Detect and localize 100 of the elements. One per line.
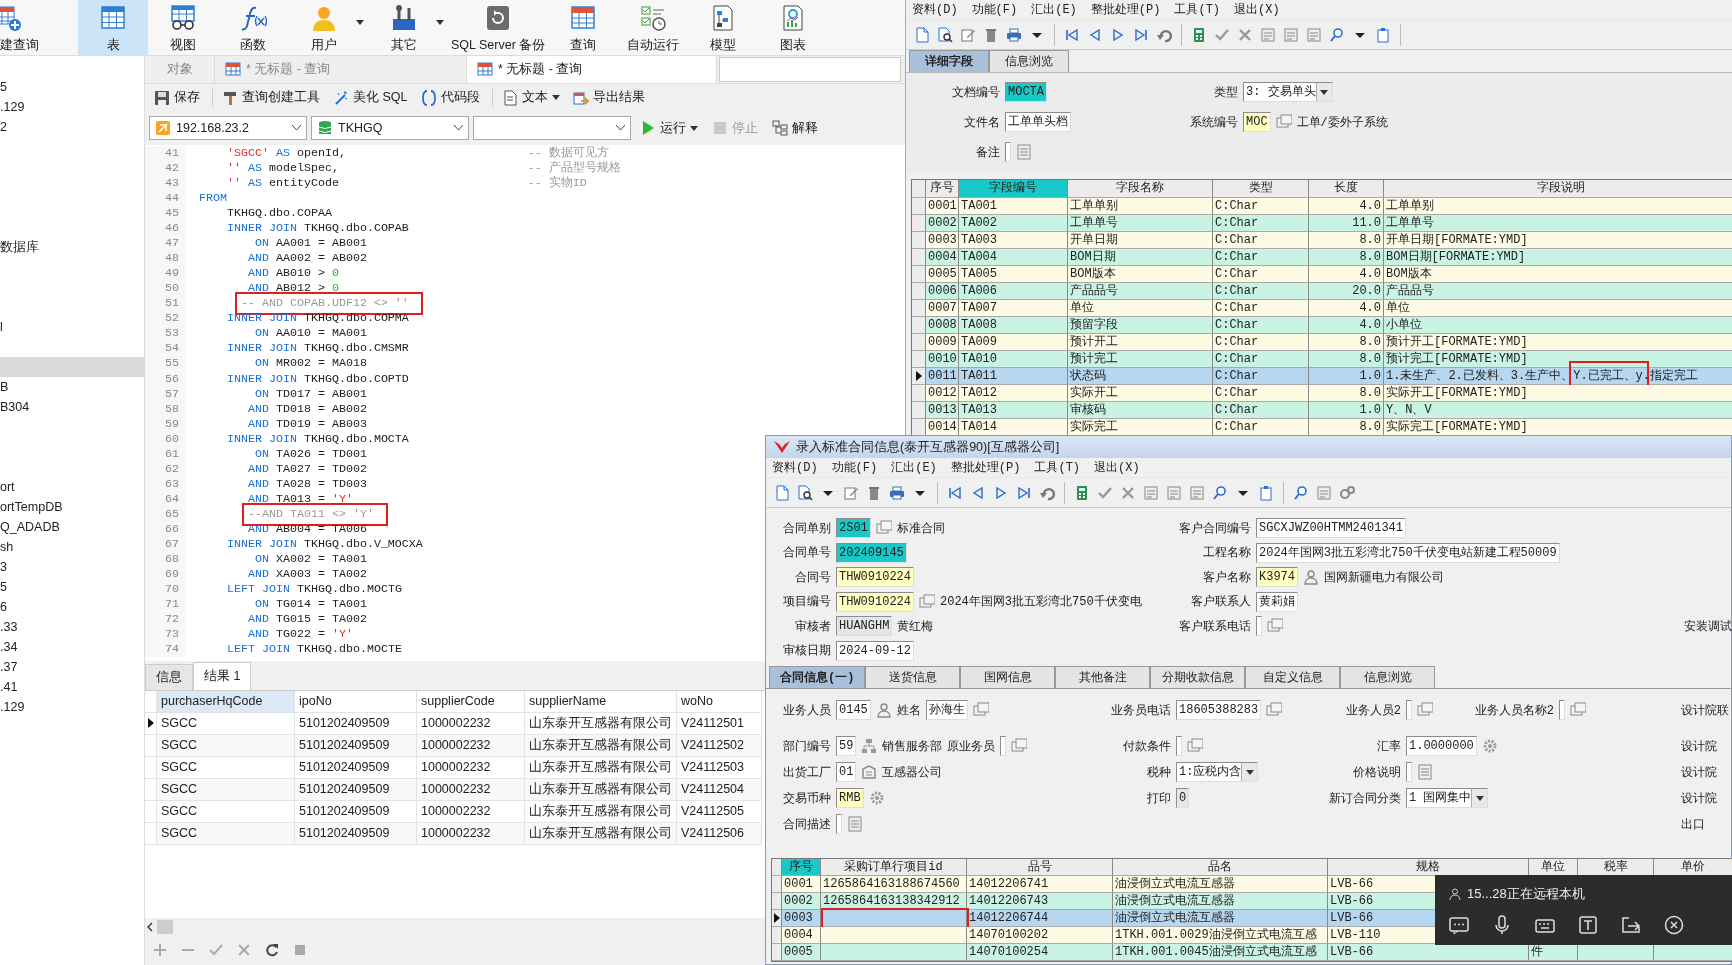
tab[interactable]: 国网信息 [960, 666, 1056, 688]
refresh-icon[interactable] [265, 943, 279, 958]
dropdown[interactable]: TKHGQ [311, 116, 469, 141]
menu-item[interactable]: 退出(X) [1094, 459, 1140, 476]
tree-item[interactable]: B [0, 377, 144, 397]
row-header-cell[interactable] [912, 283, 926, 300]
tree-item[interactable]: Q_ADADB [0, 517, 144, 537]
input-field[interactable]: 黄莉娟 [1256, 591, 1298, 612]
tree-item[interactable]: .129 [0, 697, 144, 717]
column-header[interactable]: 品号 [967, 859, 1113, 876]
calculator-icon[interactable] [1191, 26, 1207, 43]
tab[interactable]: 分期收款信息 [1150, 666, 1246, 688]
input-field[interactable]: 2S01 [836, 518, 871, 539]
first-icon[interactable] [947, 484, 963, 501]
dropdown[interactable]: 1:应税内含 [1176, 762, 1259, 782]
column-header[interactable]: 序号 [782, 859, 821, 876]
printer-icon[interactable] [1006, 26, 1022, 43]
form-icon[interactable] [1316, 484, 1332, 501]
column-header[interactable]: 规格 [1328, 859, 1529, 876]
document-search-icon[interactable] [937, 26, 953, 43]
next-icon[interactable] [1110, 26, 1126, 43]
tab[interactable]: 合同信息(一) [769, 666, 866, 688]
input-field[interactable]: 18605388283 [1176, 700, 1262, 720]
column-header[interactable]: 字段名称 [1068, 180, 1213, 198]
toolbar-button[interactable]: 图表 [758, 0, 829, 55]
dropdown[interactable]: 1 国网集中 [1406, 788, 1489, 808]
input-field[interactable]: 59 [836, 736, 857, 756]
row-header-cell[interactable] [912, 368, 926, 385]
menu-item[interactable]: 功能(F) [831, 459, 878, 476]
column-header[interactable]: 长度 [1309, 180, 1384, 198]
row-header-cell[interactable] [772, 944, 782, 961]
text-box-icon[interactable] [1578, 915, 1598, 935]
gears-icon[interactable] [1339, 484, 1355, 501]
previous-icon[interactable] [1087, 26, 1103, 43]
toolbar-button[interactable]: 解释 [767, 119, 823, 137]
dropdown[interactable]: 192.168.23.2 [149, 116, 307, 141]
dropdown[interactable] [473, 116, 631, 141]
search-icon[interactable] [1329, 26, 1345, 43]
last-icon[interactable] [1133, 26, 1149, 43]
input-field[interactable] [1406, 700, 1412, 720]
tab[interactable]: 自定义信息 [1245, 666, 1341, 688]
toolbar-button[interactable]: 表 [78, 0, 148, 55]
clipboard-icon[interactable] [1375, 26, 1391, 43]
toolbar-button[interactable]: 美化 SQL [328, 89, 413, 107]
table-row[interactable]: 0004 TA004 BOM日期 C:Char 8.0 BOM日期[FORMATE:YMD] [912, 249, 1731, 266]
person-icon[interactable] [1303, 569, 1319, 586]
previous-icon[interactable] [970, 484, 986, 501]
input-field[interactable]: K3974 [1256, 567, 1298, 588]
column-header[interactable]: 采购订单行项目id [821, 859, 967, 876]
table-row[interactable]: 0013 TA013 审核码 C:Char 1.0 Y、N、V [912, 402, 1731, 419]
cancel-icon[interactable] [237, 943, 251, 958]
form-icon[interactable] [1143, 484, 1159, 501]
tree-item[interactable]: ortTempDB [0, 497, 144, 517]
tab[interactable]: 信息浏览 [989, 50, 1069, 72]
form-icon[interactable] [1283, 26, 1299, 43]
add-icon[interactable] [153, 943, 167, 958]
input-field[interactable] [719, 57, 901, 82]
editor-tab[interactable]: * 无标题 - 查询 [467, 56, 717, 83]
menu-item[interactable]: 资料(D) [772, 459, 818, 476]
column-header[interactable]: 字段说明 [1384, 180, 1732, 198]
column-header[interactable]: supplierName [525, 690, 677, 713]
input-field[interactable]: 2024年国网3批五彩湾北750千伏变电站新建工程50009 [1256, 542, 1560, 563]
clipboard-icon[interactable] [1258, 484, 1274, 501]
tree-item[interactable]: 5 [0, 77, 144, 97]
toolbar-button[interactable]: 模型 [688, 0, 759, 55]
toolbar-button[interactable]: 查询 [548, 0, 619, 55]
tab[interactable]: 信息 [145, 663, 193, 690]
toolbar-button[interactable]: 文本 [496, 89, 565, 107]
input-field[interactable] [1256, 616, 1262, 637]
copy-icon[interactable] [1417, 702, 1433, 718]
input-field[interactable]: MOCTA [1005, 82, 1047, 102]
toolbar-button[interactable]: 导出结果 [567, 89, 650, 107]
search-icon[interactable] [1293, 484, 1309, 501]
copy-icon[interactable] [919, 593, 935, 610]
toolbar-button[interactable]: 函数 [218, 0, 288, 55]
column-header[interactable]: 类型 [1213, 180, 1309, 198]
input-field[interactable]: RMB [836, 788, 864, 808]
menu-item[interactable]: 资料(D) [912, 1, 958, 18]
tree-item[interactable]: 数据库 [0, 237, 144, 257]
row-header-cell[interactable] [772, 893, 782, 910]
cancel-icon[interactable] [1120, 484, 1136, 501]
menu-item[interactable]: 工具(T) [1174, 1, 1221, 18]
document-icon[interactable] [914, 26, 930, 43]
gear-icon[interactable] [868, 790, 885, 806]
toolbar-button[interactable]: 视图 [148, 0, 218, 55]
printer-icon[interactable] [889, 484, 905, 501]
close-icon[interactable] [1664, 915, 1684, 935]
form-icon[interactable] [1166, 484, 1182, 501]
row-header-cell[interactable] [912, 198, 926, 215]
last-icon[interactable] [1016, 484, 1032, 501]
row-header-cell[interactable] [772, 876, 782, 893]
tab[interactable]: 送货信息 [865, 666, 961, 688]
row-header-cell[interactable] [912, 334, 926, 351]
table-row[interactable]: 0005 14070100254 1TKH.001.0045油浸倒立式电流互感 LVB-66 件 [772, 944, 1730, 961]
tree-item[interactable]: .41 [0, 677, 144, 697]
input-field[interactable] [1406, 762, 1412, 782]
input-field[interactable]: 工单单头档 [1005, 112, 1071, 132]
tree-item[interactable]: ort [0, 477, 144, 497]
table-row[interactable]: 0001 TA001 工单单别 C:Char 4.0 工单单别 [912, 198, 1731, 215]
toolbar-button[interactable]: 用户 [288, 0, 368, 55]
